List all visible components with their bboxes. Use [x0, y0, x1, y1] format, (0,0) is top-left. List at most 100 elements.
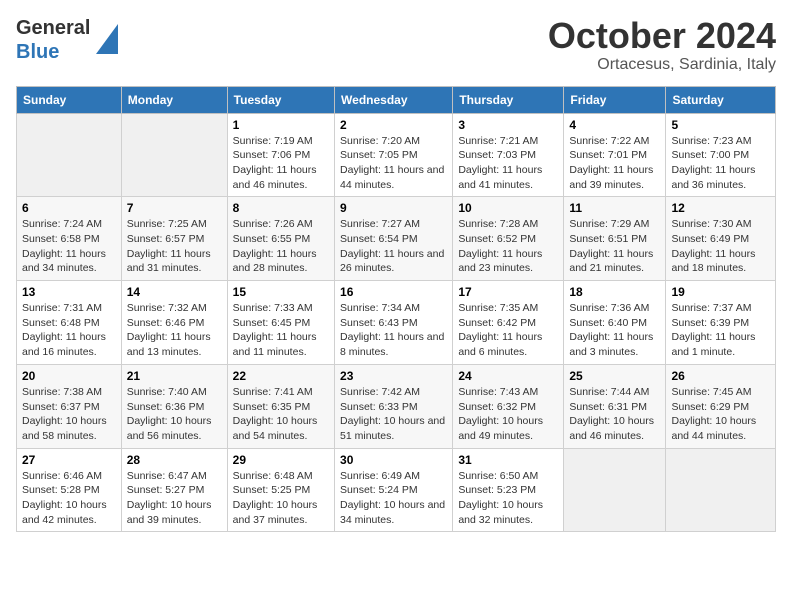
calendar-cell	[564, 448, 666, 532]
day-info: Sunrise: 7:22 AM Sunset: 7:01 PM Dayligh…	[569, 134, 660, 193]
day-number: 28	[127, 453, 222, 467]
calendar-cell: 3 Sunrise: 7:21 AM Sunset: 7:03 PM Daylig…	[453, 113, 564, 197]
calendar-cell: 23 Sunrise: 7:42 AM Sunset: 6:33 PM Dayli…	[335, 364, 453, 448]
col-saturday: Saturday	[666, 86, 776, 113]
day-number: 6	[22, 201, 116, 215]
day-info: Sunrise: 6:46 AM Sunset: 5:28 PM Dayligh…	[22, 469, 116, 528]
day-number: 15	[233, 285, 329, 299]
calendar-cell: 12 Sunrise: 7:30 AM Sunset: 6:49 PM Dayli…	[666, 197, 776, 281]
calendar-header-row: Sunday Monday Tuesday Wednesday Thursday…	[17, 86, 776, 113]
day-number: 10	[458, 201, 558, 215]
col-sunday: Sunday	[17, 86, 122, 113]
col-tuesday: Tuesday	[227, 86, 334, 113]
day-number: 30	[340, 453, 447, 467]
day-info: Sunrise: 7:26 AM Sunset: 6:55 PM Dayligh…	[233, 217, 329, 276]
day-number: 19	[671, 285, 770, 299]
calendar-week-row: 13 Sunrise: 7:31 AM Sunset: 6:48 PM Dayli…	[17, 281, 776, 365]
page-header: General Blue October 2024 Ortacesus, Sar…	[16, 16, 776, 74]
day-info: Sunrise: 7:28 AM Sunset: 6:52 PM Dayligh…	[458, 217, 558, 276]
day-number: 29	[233, 453, 329, 467]
day-info: Sunrise: 6:50 AM Sunset: 5:23 PM Dayligh…	[458, 469, 558, 528]
calendar-cell: 10 Sunrise: 7:28 AM Sunset: 6:52 PM Dayli…	[453, 197, 564, 281]
day-number: 9	[340, 201, 447, 215]
logo-blue: Blue	[16, 40, 90, 64]
col-wednesday: Wednesday	[335, 86, 453, 113]
calendar-cell: 2 Sunrise: 7:20 AM Sunset: 7:05 PM Daylig…	[335, 113, 453, 197]
day-number: 3	[458, 118, 558, 132]
day-info: Sunrise: 6:49 AM Sunset: 5:24 PM Dayligh…	[340, 469, 447, 528]
calendar-cell: 26 Sunrise: 7:45 AM Sunset: 6:29 PM Dayli…	[666, 364, 776, 448]
day-info: Sunrise: 7:23 AM Sunset: 7:00 PM Dayligh…	[671, 134, 770, 193]
day-info: Sunrise: 7:38 AM Sunset: 6:37 PM Dayligh…	[22, 385, 116, 444]
day-number: 22	[233, 369, 329, 383]
day-info: Sunrise: 7:45 AM Sunset: 6:29 PM Dayligh…	[671, 385, 770, 444]
calendar-cell	[666, 448, 776, 532]
calendar-cell: 27Sunrise: 6:46 AM Sunset: 5:28 PM Dayli…	[17, 448, 122, 532]
day-number: 11	[569, 201, 660, 215]
calendar-week-row: 1Sunrise: 7:19 AM Sunset: 7:06 PM Daylig…	[17, 113, 776, 197]
page-subtitle: Ortacesus, Sardinia, Italy	[548, 56, 776, 74]
day-info: Sunrise: 7:31 AM Sunset: 6:48 PM Dayligh…	[22, 301, 116, 360]
day-info: Sunrise: 7:24 AM Sunset: 6:58 PM Dayligh…	[22, 217, 116, 276]
day-number: 26	[671, 369, 770, 383]
day-info: Sunrise: 7:36 AM Sunset: 6:40 PM Dayligh…	[569, 301, 660, 360]
day-info: Sunrise: 7:41 AM Sunset: 6:35 PM Dayligh…	[233, 385, 329, 444]
calendar-cell: 18 Sunrise: 7:36 AM Sunset: 6:40 PM Dayli…	[564, 281, 666, 365]
day-number: 4	[569, 118, 660, 132]
day-number: 16	[340, 285, 447, 299]
calendar-cell: 15 Sunrise: 7:33 AM Sunset: 6:45 PM Dayli…	[227, 281, 334, 365]
calendar-cell: 6 Sunrise: 7:24 AM Sunset: 6:58 PM Daylig…	[17, 197, 122, 281]
calendar-cell: 5 Sunrise: 7:23 AM Sunset: 7:00 PM Daylig…	[666, 113, 776, 197]
calendar-cell: 30 Sunrise: 6:49 AM Sunset: 5:24 PM Dayli…	[335, 448, 453, 532]
day-number: 2	[340, 118, 447, 132]
calendar-cell: 7Sunrise: 7:25 AM Sunset: 6:57 PM Daylig…	[121, 197, 227, 281]
calendar-cell: 13 Sunrise: 7:31 AM Sunset: 6:48 PM Dayli…	[17, 281, 122, 365]
day-number: 7	[127, 201, 222, 215]
day-info: Sunrise: 7:20 AM Sunset: 7:05 PM Dayligh…	[340, 134, 447, 193]
col-monday: Monday	[121, 86, 227, 113]
col-thursday: Thursday	[453, 86, 564, 113]
calendar-cell: 11 Sunrise: 7:29 AM Sunset: 6:51 PM Dayli…	[564, 197, 666, 281]
calendar-cell: 22 Sunrise: 7:41 AM Sunset: 6:35 PM Dayli…	[227, 364, 334, 448]
calendar-cell	[121, 113, 227, 197]
calendar-week-row: 20 Sunrise: 7:38 AM Sunset: 6:37 PM Dayli…	[17, 364, 776, 448]
day-info: Sunrise: 7:34 AM Sunset: 6:43 PM Dayligh…	[340, 301, 447, 360]
logo-icon	[96, 24, 118, 54]
calendar-week-row: 6 Sunrise: 7:24 AM Sunset: 6:58 PM Daylig…	[17, 197, 776, 281]
day-number: 18	[569, 285, 660, 299]
day-info: Sunrise: 6:48 AM Sunset: 5:25 PM Dayligh…	[233, 469, 329, 528]
day-number: 13	[22, 285, 116, 299]
day-info: Sunrise: 7:33 AM Sunset: 6:45 PM Dayligh…	[233, 301, 329, 360]
logo: General Blue	[16, 16, 118, 64]
day-number: 8	[233, 201, 329, 215]
calendar-cell: 8 Sunrise: 7:26 AM Sunset: 6:55 PM Daylig…	[227, 197, 334, 281]
day-info: Sunrise: 7:27 AM Sunset: 6:54 PM Dayligh…	[340, 217, 447, 276]
calendar-week-row: 27Sunrise: 6:46 AM Sunset: 5:28 PM Dayli…	[17, 448, 776, 532]
day-info: Sunrise: 7:30 AM Sunset: 6:49 PM Dayligh…	[671, 217, 770, 276]
day-info: Sunrise: 7:21 AM Sunset: 7:03 PM Dayligh…	[458, 134, 558, 193]
day-number: 31	[458, 453, 558, 467]
day-info: Sunrise: 7:42 AM Sunset: 6:33 PM Dayligh…	[340, 385, 447, 444]
day-number: 5	[671, 118, 770, 132]
day-number: 14	[127, 285, 222, 299]
day-number: 23	[340, 369, 447, 383]
day-number: 20	[22, 369, 116, 383]
day-info: Sunrise: 7:35 AM Sunset: 6:42 PM Dayligh…	[458, 301, 558, 360]
calendar-cell: 4 Sunrise: 7:22 AM Sunset: 7:01 PM Daylig…	[564, 113, 666, 197]
calendar-cell: 24Sunrise: 7:43 AM Sunset: 6:32 PM Dayli…	[453, 364, 564, 448]
day-info: Sunrise: 7:32 AM Sunset: 6:46 PM Dayligh…	[127, 301, 222, 360]
calendar-cell: 16 Sunrise: 7:34 AM Sunset: 6:43 PM Dayli…	[335, 281, 453, 365]
day-info: Sunrise: 7:29 AM Sunset: 6:51 PM Dayligh…	[569, 217, 660, 276]
page-title: October 2024	[548, 16, 776, 56]
day-number: 12	[671, 201, 770, 215]
calendar-cell: 14 Sunrise: 7:32 AM Sunset: 6:46 PM Dayli…	[121, 281, 227, 365]
calendar-cell: 19Sunrise: 7:37 AM Sunset: 6:39 PM Dayli…	[666, 281, 776, 365]
day-number: 21	[127, 369, 222, 383]
calendar-cell: 25Sunrise: 7:44 AM Sunset: 6:31 PM Dayli…	[564, 364, 666, 448]
day-info: Sunrise: 7:19 AM Sunset: 7:06 PM Dayligh…	[233, 134, 329, 193]
calendar-cell: 20 Sunrise: 7:38 AM Sunset: 6:37 PM Dayli…	[17, 364, 122, 448]
calendar-cell: 28 Sunrise: 6:47 AM Sunset: 5:27 PM Dayli…	[121, 448, 227, 532]
day-number: 24	[458, 369, 558, 383]
calendar-cell: 9 Sunrise: 7:27 AM Sunset: 6:54 PM Daylig…	[335, 197, 453, 281]
day-info: Sunrise: 6:47 AM Sunset: 5:27 PM Dayligh…	[127, 469, 222, 528]
